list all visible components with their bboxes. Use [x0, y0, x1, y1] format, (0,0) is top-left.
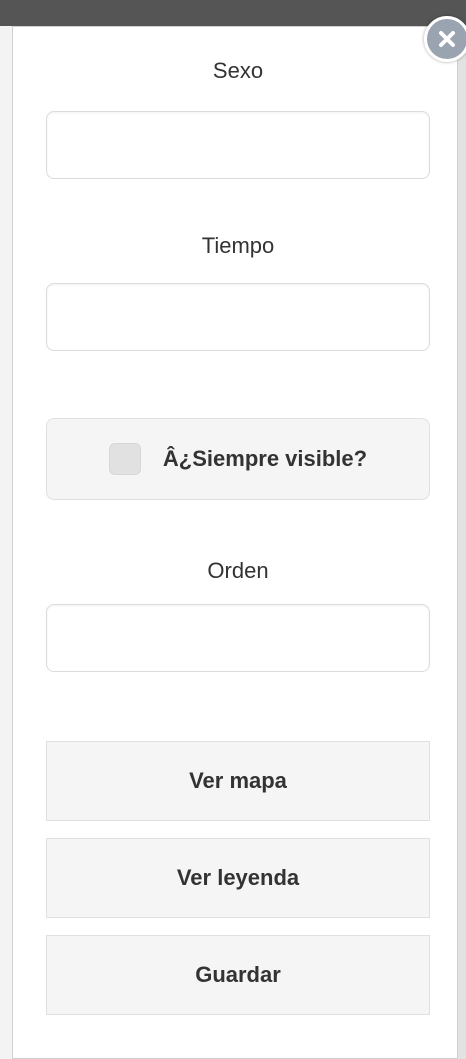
- orden-input[interactable]: [46, 604, 430, 672]
- close-button[interactable]: [424, 16, 466, 62]
- orden-label: Orden: [207, 558, 269, 583]
- guardar-button[interactable]: Guardar: [46, 935, 430, 1015]
- ver-mapa-button[interactable]: Ver mapa: [46, 741, 430, 821]
- siempre-visible-label: Â¿Siempre visible?: [162, 446, 368, 471]
- ver-leyenda-button[interactable]: Ver leyenda: [46, 838, 430, 918]
- siempre-visible-checkbox[interactable]: [108, 443, 141, 475]
- sexo-input[interactable]: [46, 111, 430, 179]
- header-bar: [0, 0, 466, 26]
- tiempo-label: Tiempo: [201, 233, 275, 258]
- sexo-label: Sexo: [212, 58, 264, 83]
- background-edge: [458, 26, 466, 1059]
- siempre-visible-toggle[interactable]: Â¿Siempre visible?: [46, 418, 430, 500]
- tiempo-input[interactable]: [46, 283, 430, 351]
- close-icon: [439, 31, 455, 47]
